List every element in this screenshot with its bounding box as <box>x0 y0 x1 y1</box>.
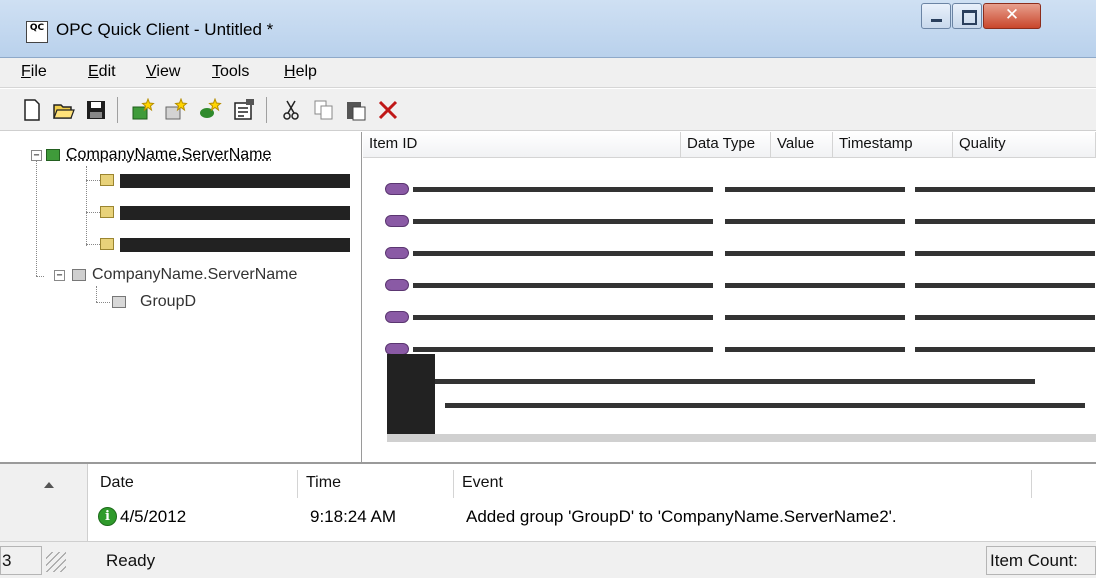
column-time[interactable]: Time <box>298 470 454 498</box>
column-timestamp[interactable]: Timestamp <box>833 132 953 158</box>
column-quality[interactable]: Quality <box>953 132 1096 158</box>
new-server-icon[interactable] <box>131 98 155 122</box>
menu-help[interactable]: Help <box>284 63 317 81</box>
new-icon[interactable] <box>20 98 44 122</box>
copy-icon[interactable] <box>312 98 336 122</box>
column-event[interactable]: Event <box>454 470 1032 498</box>
toolbar <box>0 89 1096 131</box>
item-row[interactable] <box>385 208 1096 232</box>
title-bar[interactable]: QC OPC Quick Client - Untitled * ✕ <box>0 0 1096 58</box>
server-icon <box>72 269 86 281</box>
group-icon <box>112 296 126 308</box>
tree-connector <box>36 276 44 277</box>
tree-node-server-1[interactable]: CompanyName.ServerName <box>66 146 271 164</box>
window-title: OPC Quick Client - Untitled * <box>56 20 274 39</box>
item-row[interactable] <box>385 368 1096 392</box>
minimize-button[interactable] <box>921 3 951 29</box>
item-list[interactable]: Item ID Data Type Value Timestamp Qualit… <box>363 132 1096 462</box>
open-icon[interactable] <box>52 98 76 122</box>
item-row[interactable] <box>385 336 1096 360</box>
group-icon <box>100 174 114 186</box>
tree-connector <box>96 302 110 303</box>
group-icon <box>100 206 114 218</box>
item-row[interactable] <box>385 272 1096 296</box>
new-item-icon[interactable] <box>198 98 222 122</box>
column-data-type[interactable]: Data Type <box>681 132 771 158</box>
status-left-panel: 3 <box>0 546 42 575</box>
item-row[interactable] <box>385 304 1096 328</box>
item-row[interactable] <box>385 176 1096 200</box>
cut-icon[interactable] <box>280 98 304 122</box>
new-group-icon[interactable] <box>164 98 188 122</box>
scroll-up-icon[interactable] <box>44 482 54 488</box>
status-text: Ready <box>106 551 156 570</box>
tree-connector <box>36 154 37 276</box>
menu-tools[interactable]: Tools <box>212 63 249 81</box>
tree-connector <box>86 212 100 213</box>
app-window: QC OPC Quick Client - Untitled * ✕ File … <box>0 0 1096 578</box>
save-icon[interactable] <box>84 98 108 122</box>
properties-icon[interactable] <box>232 98 256 122</box>
tree-node-server-2[interactable]: CompanyName.ServerName <box>92 266 297 284</box>
tree-node-placeholder <box>120 238 350 252</box>
tree-collapse-toggle[interactable]: − <box>31 150 42 161</box>
tree-collapse-toggle[interactable]: − <box>54 270 65 281</box>
close-button[interactable]: ✕ <box>983 3 1041 29</box>
delete-icon[interactable] <box>376 98 400 122</box>
app-logo-icon: QC <box>26 21 48 43</box>
log-event: Added group 'GroupD' to 'CompanyName.Ser… <box>466 507 897 526</box>
group-icon <box>100 238 114 250</box>
tree-connector <box>86 244 100 245</box>
item-icon <box>385 311 409 323</box>
column-date[interactable]: Date <box>92 470 298 498</box>
menu-view[interactable]: View <box>146 63 180 81</box>
menu-file[interactable]: File <box>21 63 47 81</box>
item-icon <box>385 247 409 259</box>
item-count-panel: Item Count: <box>986 546 1096 575</box>
column-value[interactable]: Value <box>771 132 833 158</box>
tree-connector <box>86 166 87 246</box>
tree-connector <box>86 180 100 181</box>
status-bar: 3 Ready Item Count: <box>0 541 1096 578</box>
item-row[interactable] <box>385 392 1096 416</box>
log-time: 9:18:24 AM <box>310 507 397 526</box>
column-item-id[interactable]: Item ID <box>363 132 681 158</box>
horizontal-scrollbar[interactable] <box>387 434 1096 442</box>
server-icon <box>46 149 60 161</box>
tree-node-placeholder <box>120 174 350 188</box>
info-icon: i <box>98 507 117 526</box>
menu-bar: File Edit View Tools Help <box>0 58 1096 88</box>
item-row[interactable] <box>385 240 1096 264</box>
item-icon <box>385 279 409 291</box>
tree-node-group[interactable]: GroupD <box>140 293 196 311</box>
tree-connector <box>96 286 97 302</box>
paste-icon[interactable] <box>344 98 368 122</box>
log-date: 4/5/2012 <box>120 507 187 526</box>
toolbar-separator <box>266 97 267 123</box>
close-icon: ✕ <box>1004 5 1020 25</box>
toolbar-separator <box>117 97 118 123</box>
item-icon <box>385 183 409 195</box>
log-vertical-scrollbar[interactable] <box>0 464 88 544</box>
maximize-button[interactable] <box>952 3 982 29</box>
resize-grip-icon[interactable] <box>46 552 66 572</box>
server-tree[interactable]: − CompanyName.ServerName − CompanyName.S… <box>0 132 362 462</box>
item-icon <box>385 215 409 227</box>
row-icon-block <box>387 354 435 434</box>
tree-node-placeholder <box>120 206 350 220</box>
menu-edit[interactable]: Edit <box>88 63 116 81</box>
